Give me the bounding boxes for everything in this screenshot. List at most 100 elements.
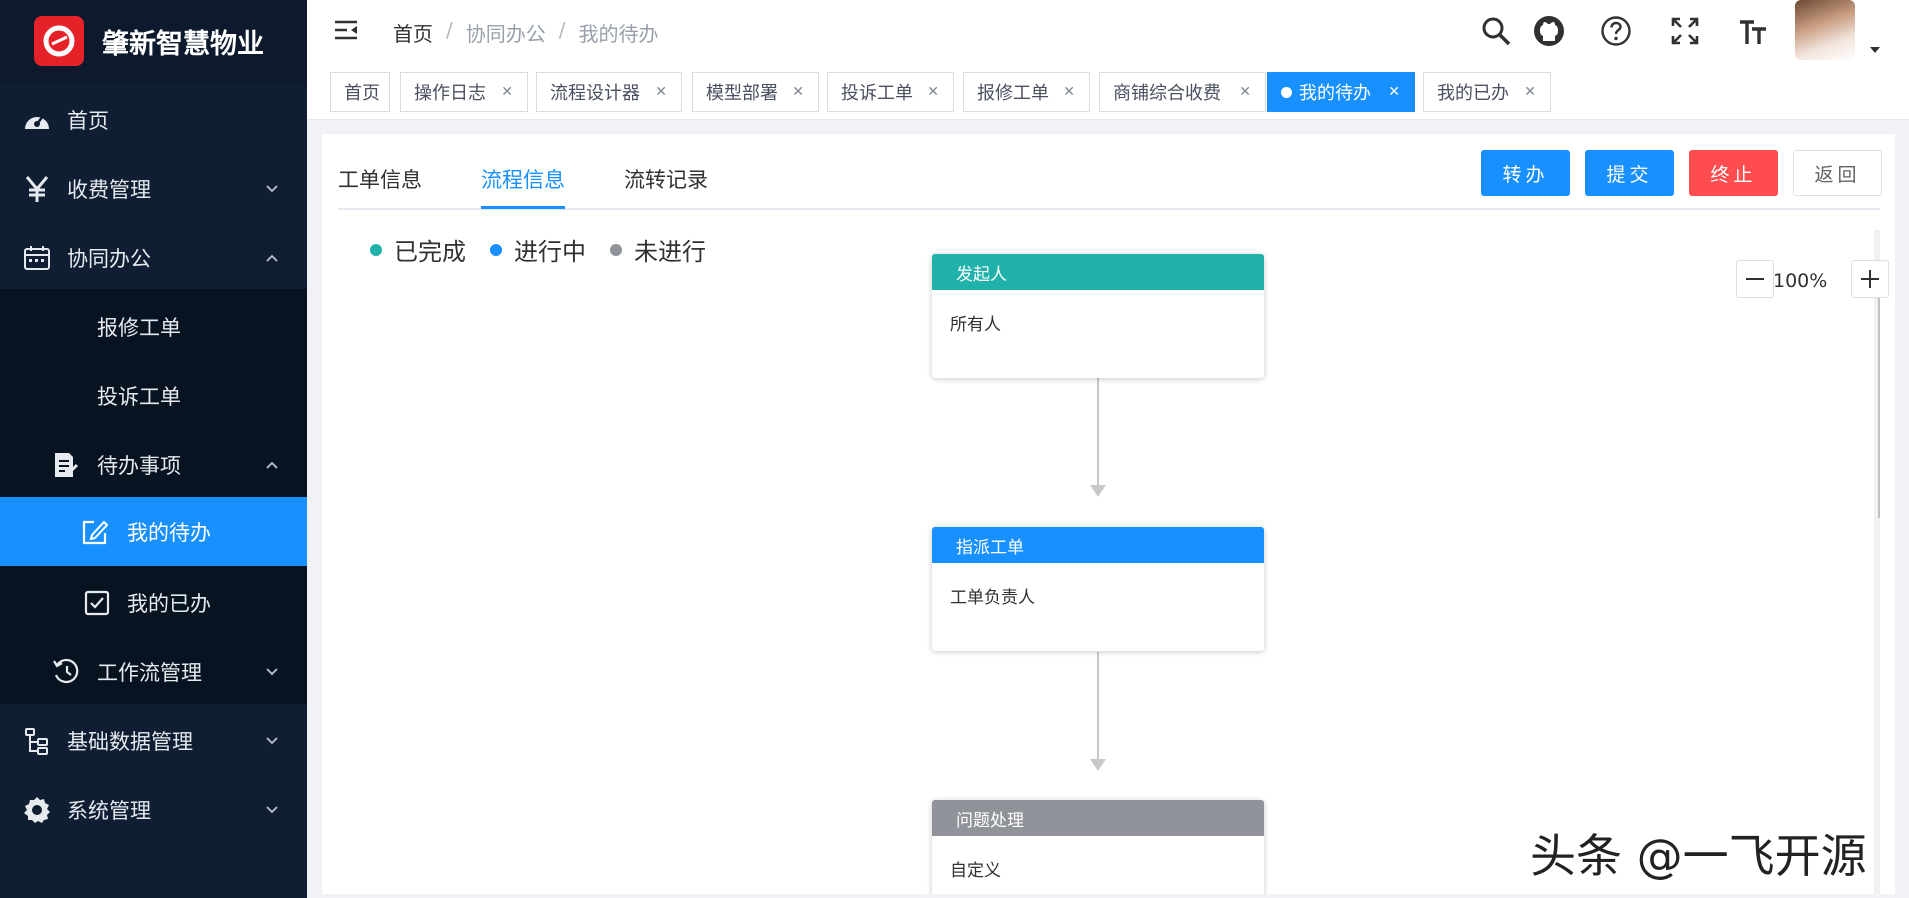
legend-completed: 已完成 <box>370 232 466 267</box>
tab-work-order-info[interactable]: 工单信息 <box>338 164 422 194</box>
tags-view: 首页 操作日志 ✕ 流程设计器 ✕ 模型部署 ✕ 投诉工单 ✕ 报修工单 ✕ 商铺综合收费… <box>307 64 1909 120</box>
sidebar-item-workflow[interactable]: 工作流管理 <box>0 637 307 706</box>
breadcrumb-item: 我的待办 <box>578 22 659 46</box>
tab-transfer-records[interactable]: 流转记录 <box>624 164 708 194</box>
close-icon[interactable]: ✕ <box>501 84 513 100</box>
tag-complaint[interactable]: 投诉工单 ✕ <box>827 72 954 112</box>
active-dot-icon <box>1281 86 1292 98</box>
chevron-up-icon <box>266 461 278 469</box>
sidebar-item-todo[interactable]: 待办事项 <box>0 430 307 499</box>
tag-flow-designer[interactable]: 流程设计器 ✕ <box>536 72 682 112</box>
logo-icon <box>34 16 84 66</box>
breadcrumb-item[interactable]: 首页 <box>393 18 433 47</box>
back-button[interactable]: 返回 <box>1793 150 1882 196</box>
legend-dot-icon <box>610 243 622 256</box>
flow-node-initiator[interactable]: 发起人 所有人 <box>932 254 1264 378</box>
chevron-down-icon <box>266 736 278 744</box>
dashboard-icon <box>22 105 52 135</box>
tag-my-todo[interactable]: 我的待办 ✕ <box>1267 72 1415 112</box>
app-title: 肇新智慧物业 <box>102 28 264 60</box>
close-icon[interactable]: ✕ <box>655 84 667 100</box>
chevron-down-icon <box>266 805 278 813</box>
tag-my-done[interactable]: 我的已办 ✕ <box>1423 72 1551 112</box>
help-icon[interactable] <box>1599 14 1633 48</box>
github-icon[interactable] <box>1532 14 1566 48</box>
sidebar-item-complaint[interactable]: 投诉工单 <box>0 361 307 430</box>
scroll-thumb[interactable] <box>1878 260 1880 518</box>
avatar[interactable] <box>1795 0 1855 60</box>
flow-node-handle[interactable]: 问题处理 自定义 <box>932 800 1264 894</box>
tag-label: 操作日志 <box>414 83 486 104</box>
tag-label: 投诉工单 <box>841 83 913 104</box>
breadcrumb-separator: / <box>446 18 453 42</box>
menu-toggle-icon[interactable] <box>333 18 359 46</box>
flow-canvas[interactable]: 发起人 所有人 指派工单 工单负责人 问题处理 自定义 <box>338 230 1880 894</box>
node-title: 发起人 <box>932 254 1264 290</box>
tag-oplog[interactable]: 操作日志 ✕ <box>400 72 528 112</box>
sidebar-item-label: 我的待办 <box>127 520 211 545</box>
todo-icon <box>50 450 80 480</box>
sidebar-item-label: 待办事项 <box>97 453 181 478</box>
zoom-level: 100% <box>1773 270 1828 292</box>
edit-icon <box>80 517 110 547</box>
font-size-icon[interactable] <box>1736 14 1770 48</box>
close-icon[interactable]: ✕ <box>1063 84 1075 100</box>
tag-repair[interactable]: 报修工单 ✕ <box>963 72 1090 112</box>
sidebar-item-basedata[interactable]: 基础数据管理 <box>0 706 307 775</box>
submit-button[interactable]: 提交 <box>1585 150 1674 196</box>
flow-node-assign[interactable]: 指派工单 工单负责人 <box>932 527 1264 651</box>
zoom-in-button[interactable] <box>1851 260 1889 298</box>
breadcrumb: 首页 / 协同办公 / 我的待办 <box>393 18 659 47</box>
node-title: 指派工单 <box>932 527 1264 563</box>
yen-icon <box>22 174 52 204</box>
legend-label: 未进行 <box>634 238 706 266</box>
sidebar-item-my-done[interactable]: 我的已办 <box>0 568 307 637</box>
tag-model-deploy[interactable]: 模型部署 ✕ <box>692 72 819 112</box>
zoom-out-button[interactable] <box>1736 260 1774 298</box>
close-icon[interactable]: ✕ <box>1524 84 1536 100</box>
tree-icon <box>22 726 52 756</box>
fullscreen-icon[interactable] <box>1668 14 1702 48</box>
sidebar-item-collab[interactable]: 协同办公 <box>0 223 307 292</box>
tag-label: 报修工单 <box>977 83 1049 104</box>
legend-in-progress: 进行中 <box>490 232 586 267</box>
history-icon <box>52 657 82 687</box>
sidebar-item-my-todo[interactable]: 我的待办 <box>0 497 307 566</box>
legend-not-started: 未进行 <box>610 232 706 267</box>
tag-home[interactable]: 首页 <box>330 72 390 112</box>
sidebar-item-label: 协同办公 <box>67 246 151 271</box>
sidebar-item-system[interactable]: 系统管理 <box>0 775 307 844</box>
close-icon[interactable]: ✕ <box>927 84 939 100</box>
transfer-button[interactable]: 转办 <box>1481 150 1570 196</box>
logo: 肇新智慧物业 <box>0 0 307 82</box>
close-icon[interactable]: ✕ <box>1239 84 1251 100</box>
arrow-down-icon <box>1090 759 1106 771</box>
breadcrumb-separator: / <box>558 18 566 42</box>
sidebar-item-label: 工作流管理 <box>97 660 202 685</box>
sidebar-item-label: 系统管理 <box>67 798 151 823</box>
sidebar-item-repair[interactable]: 报修工单 <box>0 292 307 361</box>
close-icon[interactable]: ✕ <box>1388 84 1400 100</box>
chevron-down-icon <box>266 184 278 192</box>
legend-label: 进行中 <box>514 238 586 266</box>
legend-dot-icon <box>370 243 382 256</box>
search-icon[interactable] <box>1479 14 1513 48</box>
sidebar-item-label: 基础数据管理 <box>67 729 193 754</box>
caret-down-icon[interactable] <box>1868 40 1882 59</box>
sidebar-item-home[interactable]: 首页 <box>0 85 307 154</box>
sidebar-item-billing[interactable]: 收费管理 <box>0 154 307 223</box>
tag-shop-billing[interactable]: 商铺综合收费 ✕ <box>1099 72 1266 112</box>
sidebar-item-label: 首页 <box>67 108 109 133</box>
chevron-down-icon <box>266 667 278 675</box>
flow-edge <box>1097 652 1099 762</box>
node-assignee: 所有人 <box>950 315 1001 335</box>
legend-label: 已完成 <box>394 238 466 266</box>
terminate-button[interactable]: 终止 <box>1689 150 1778 196</box>
chevron-up-icon <box>266 254 278 262</box>
tab-flow-info[interactable]: 流程信息 <box>481 164 565 194</box>
calendar-icon <box>22 243 52 273</box>
close-icon[interactable]: ✕ <box>792 84 804 100</box>
watermark: 头条 @一飞开源 <box>1530 829 1867 883</box>
sidebar-item-label: 收费管理 <box>67 177 151 202</box>
vertical-scrollbar[interactable] <box>1874 230 1880 894</box>
